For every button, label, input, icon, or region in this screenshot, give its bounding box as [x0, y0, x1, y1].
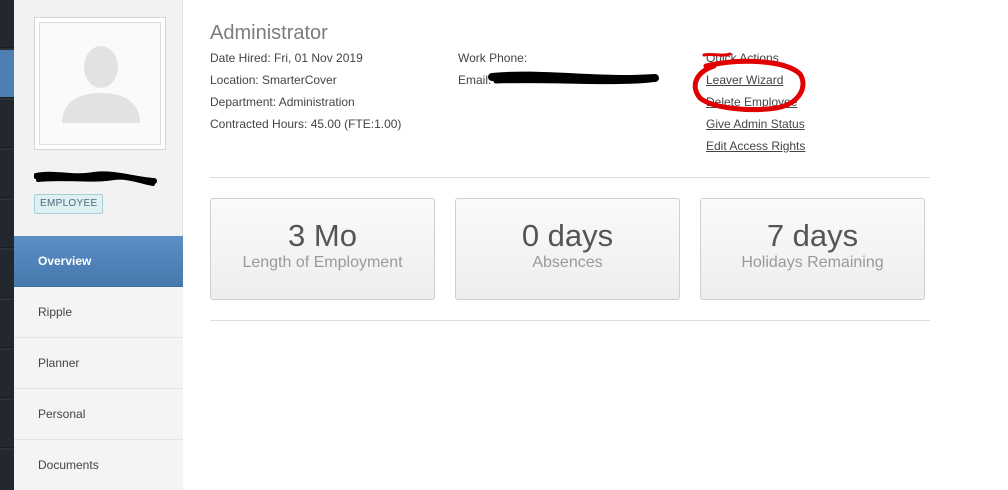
edge-segment — [0, 300, 14, 348]
delete-employee-link[interactable]: Delete Employee — [706, 95, 797, 109]
sidebar-item-planner[interactable]: Planner — [14, 338, 183, 389]
employment-details: Date Hired: Fri, 01 Nov 2019 Location: S… — [210, 50, 401, 138]
left-edge-strip — [0, 0, 14, 490]
contracted-hours: Contracted Hours: 45.00 (FTE:1.00) — [210, 117, 402, 131]
location: Location: SmarterCover — [210, 73, 337, 87]
edge-segment — [0, 250, 14, 298]
stat-value: 7 days — [766, 218, 859, 253]
role-badge: EMPLOYEE — [34, 194, 104, 214]
stat-label: Absences — [532, 254, 603, 271]
stat-card-holidays: 7 days Holidays Remaining — [700, 198, 925, 300]
edge-segment — [0, 0, 14, 48]
sidebar-item-overview[interactable]: Overview — [14, 236, 183, 287]
avatar-placeholder — [39, 22, 161, 145]
sidebar-item-personal[interactable]: Personal — [14, 389, 183, 440]
date-hired: Date Hired: Fri, 01 Nov 2019 — [210, 51, 363, 65]
work-phone: Work Phone: — [458, 51, 528, 65]
stat-value: 3 Mo — [288, 218, 357, 253]
edge-segment — [0, 450, 14, 490]
stat-card-employment: 3 Mo Length of Employment — [210, 198, 435, 300]
email: Email: — [458, 73, 492, 87]
stat-label: Holidays Remaining — [741, 254, 884, 271]
sidebar-item-ripple[interactable]: Ripple — [14, 287, 183, 338]
quick-actions-heading: Quick Actions — [706, 51, 779, 65]
give-admin-status-link[interactable]: Give Admin Status — [706, 117, 805, 131]
page-title: Administrator — [210, 22, 328, 44]
edge-segment — [0, 200, 14, 248]
stat-label: Length of Employment — [242, 254, 403, 271]
sidebar-nav: Overview Ripple Planner Personal Documen… — [14, 236, 183, 490]
edge-segment-active — [0, 50, 14, 98]
divider — [210, 320, 930, 321]
edge-segment — [0, 350, 14, 398]
redaction-scribble — [34, 171, 157, 186]
edge-segment — [0, 100, 14, 148]
stat-value: 0 days — [521, 218, 614, 253]
sidebar: EMPLOYEE Overview Ripple Planner Persona… — [14, 0, 183, 490]
department: Department: Administration — [210, 95, 355, 109]
edge-segment — [0, 150, 14, 198]
divider — [210, 177, 930, 178]
quick-actions: Quick Actions Leaver Wizard Delete Emplo… — [706, 50, 805, 160]
stat-card-absences: 0 days Absences — [455, 198, 680, 300]
contact-details: Work Phone: Email: — [458, 50, 527, 94]
avatar[interactable] — [34, 17, 166, 150]
edge-segment — [0, 400, 14, 448]
leaver-wizard-link[interactable]: Leaver Wizard — [706, 73, 783, 87]
user-silhouette-icon — [62, 46, 140, 123]
edit-access-rights-link[interactable]: Edit Access Rights — [706, 139, 805, 153]
sidebar-item-documents[interactable]: Documents — [14, 440, 183, 490]
